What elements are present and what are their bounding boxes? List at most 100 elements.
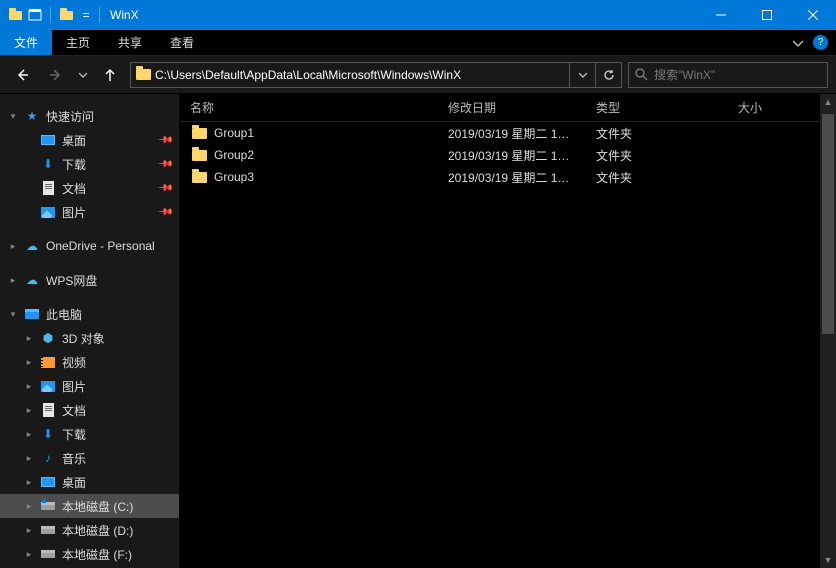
sidebar-item-label: 文档 bbox=[62, 180, 86, 197]
pin-icon: 📌 bbox=[156, 204, 173, 221]
cell-name: Group1 bbox=[214, 126, 448, 140]
chevron-right-icon[interactable]: ▸ bbox=[24, 357, 34, 368]
address-input[interactable] bbox=[155, 63, 569, 87]
column-headers: 名称 修改日期 类型 大小 bbox=[180, 94, 836, 122]
chevron-right-icon[interactable]: ▸ bbox=[8, 241, 18, 252]
sidebar-item[interactable]: ▸ 本地磁盘 (D:) bbox=[0, 518, 179, 542]
scroll-up-icon[interactable]: ▲ bbox=[820, 94, 836, 110]
music-icon: ♪ bbox=[40, 450, 56, 466]
folder-icon bbox=[190, 168, 208, 186]
search-box[interactable] bbox=[628, 62, 828, 88]
sidebar-item[interactable]: ▸桌面 bbox=[0, 470, 179, 494]
minimize-button[interactable] bbox=[698, 0, 744, 30]
help-icon[interactable]: ? bbox=[813, 35, 828, 50]
sidebar-wps[interactable]: ▸ ☁ WPS网盘 bbox=[0, 268, 179, 292]
sidebar-item-label: 桌面 bbox=[62, 132, 86, 149]
file-tab[interactable]: 文件 bbox=[0, 30, 52, 55]
search-icon bbox=[635, 68, 648, 81]
recent-dropdown-icon[interactable] bbox=[76, 63, 90, 87]
list-item[interactable]: Group22019/03/19 星期二 1…文件夹 bbox=[180, 144, 836, 166]
properties-icon[interactable] bbox=[26, 6, 44, 24]
cell-type: 文件夹 bbox=[596, 169, 738, 186]
pin-icon: 📌 bbox=[156, 132, 173, 149]
sidebar-item-label: 3D 对象 bbox=[62, 330, 105, 347]
tab-share[interactable]: 共享 bbox=[104, 30, 156, 55]
sidebar-item[interactable]: ▸ 本地磁盘 (C:) bbox=[0, 494, 179, 518]
cell-type: 文件夹 bbox=[596, 125, 738, 142]
sidebar-onedrive[interactable]: ▸ ☁ OneDrive - Personal bbox=[0, 234, 179, 258]
sidebar-label: 此电脑 bbox=[46, 306, 82, 323]
column-type[interactable]: 类型 bbox=[596, 99, 738, 116]
chevron-right-icon[interactable]: ▸ bbox=[24, 453, 34, 464]
chevron-right-icon[interactable]: ▸ bbox=[24, 333, 34, 344]
3d-icon: ⬢ bbox=[40, 330, 56, 346]
chevron-right-icon[interactable]: ▸ bbox=[24, 501, 34, 512]
cloud-icon: ☁ bbox=[24, 238, 40, 254]
ribbon-expand-icon[interactable] bbox=[793, 38, 803, 48]
picture-icon bbox=[40, 204, 56, 220]
column-name[interactable]: 名称 bbox=[190, 99, 448, 116]
sidebar-item[interactable]: 图片 📌 bbox=[0, 200, 179, 224]
sidebar-quick-access[interactable]: ▾ ★ 快速访问 bbox=[0, 104, 179, 128]
sidebar-item[interactable]: ▸ 文档 bbox=[0, 398, 179, 422]
download-icon: ⬇ bbox=[40, 156, 56, 172]
chevron-down-icon[interactable]: ▾ bbox=[8, 309, 18, 320]
sidebar-item-label: 本地磁盘 (C:) bbox=[62, 498, 133, 515]
pin-icon: 📌 bbox=[156, 156, 173, 173]
sidebar-item-label: 本地磁盘 (D:) bbox=[62, 522, 133, 539]
nav-row bbox=[0, 56, 836, 94]
sidebar-item[interactable]: ▸ ⬢ 3D 对象 bbox=[0, 326, 179, 350]
list-item[interactable]: Group12019/03/19 星期二 1…文件夹 bbox=[180, 122, 836, 144]
sidebar-item[interactable]: ▸ 视频 bbox=[0, 350, 179, 374]
list-item[interactable]: Group32019/03/19 星期二 1…文件夹 bbox=[180, 166, 836, 188]
tab-home[interactable]: 主页 bbox=[52, 30, 104, 55]
maximize-button[interactable] bbox=[744, 0, 790, 30]
scrollbar[interactable]: ▲ ▼ bbox=[820, 94, 836, 568]
back-button[interactable] bbox=[8, 63, 36, 87]
chevron-right-icon[interactable]: ▸ bbox=[24, 381, 34, 392]
chevron-right-icon[interactable]: ▸ bbox=[24, 429, 34, 440]
sidebar-item-label: 音乐 bbox=[62, 450, 86, 467]
chevron-right-icon[interactable]: ▸ bbox=[24, 549, 34, 560]
sidebar-item[interactable]: 桌面 📌 bbox=[0, 128, 179, 152]
sidebar-this-pc[interactable]: ▾ 此电脑 bbox=[0, 302, 179, 326]
titlebar: = WinX bbox=[0, 0, 836, 30]
chevron-down-icon[interactable]: ▾ bbox=[8, 111, 18, 122]
sidebar-label: 快速访问 bbox=[46, 108, 94, 125]
column-date[interactable]: 修改日期 bbox=[448, 99, 596, 116]
video-icon bbox=[40, 354, 56, 370]
cell-name: Group2 bbox=[214, 148, 448, 162]
sidebar-item[interactable]: 文档📌 bbox=[0, 176, 179, 200]
address-dropdown-icon[interactable] bbox=[569, 63, 595, 87]
download-icon: ⬇ bbox=[40, 426, 56, 442]
search-input[interactable] bbox=[654, 68, 821, 82]
chevron-right-icon[interactable]: ▸ bbox=[24, 405, 34, 416]
up-button[interactable] bbox=[96, 63, 124, 87]
chevron-right-icon[interactable]: ▸ bbox=[24, 525, 34, 536]
chevron-right-icon[interactable]: ▸ bbox=[24, 477, 34, 488]
sidebar-item[interactable]: ▸本地磁盘 (F:) bbox=[0, 542, 179, 566]
address-bar[interactable] bbox=[130, 62, 622, 88]
sidebar-item[interactable]: ⬇下载📌 bbox=[0, 152, 179, 176]
sidebar-item[interactable]: ▸图片 bbox=[0, 374, 179, 398]
sidebar-item-label: 视频 bbox=[62, 354, 86, 371]
cell-name: Group3 bbox=[214, 170, 448, 184]
divider bbox=[50, 7, 51, 23]
close-button[interactable] bbox=[790, 0, 836, 30]
scroll-thumb[interactable] bbox=[822, 114, 834, 334]
refresh-button[interactable] bbox=[595, 63, 621, 87]
sidebar-item-label: 文档 bbox=[62, 402, 86, 419]
qat-dropdown-icon[interactable]: = bbox=[77, 6, 95, 24]
forward-button[interactable] bbox=[42, 63, 70, 87]
scroll-down-icon[interactable]: ▼ bbox=[820, 552, 836, 568]
window-controls bbox=[698, 0, 836, 30]
sidebar-item[interactable]: ▸⬇下载 bbox=[0, 422, 179, 446]
folder-qat-icon[interactable] bbox=[57, 6, 75, 24]
sidebar-item[interactable]: ▸ ♪ 音乐 bbox=[0, 446, 179, 470]
window-title: WinX bbox=[110, 8, 139, 22]
sidebar-item-label: 图片 bbox=[62, 204, 86, 221]
cloud-icon: ☁ bbox=[24, 272, 40, 288]
sidebar-label: WPS网盘 bbox=[46, 272, 97, 289]
tab-view[interactable]: 查看 bbox=[156, 30, 208, 55]
chevron-right-icon[interactable]: ▸ bbox=[8, 275, 18, 286]
